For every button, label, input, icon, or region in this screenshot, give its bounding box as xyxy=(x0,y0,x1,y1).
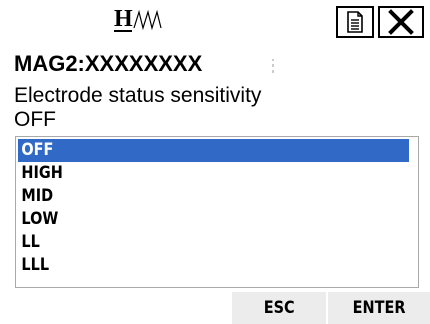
document-icon xyxy=(347,11,363,33)
device-name: MAG2:XXXXXXXX xyxy=(14,51,203,76)
brand-logo: H xyxy=(112,4,170,36)
close-button[interactable] xyxy=(378,6,424,38)
list-item-low[interactable]: LOW xyxy=(18,208,421,231)
esc-button-label: ESC xyxy=(263,298,295,318)
esc-button[interactable]: ESC xyxy=(232,292,326,324)
document-button[interactable] xyxy=(336,6,374,38)
waveform-logo-icon: H xyxy=(114,6,162,32)
enter-button-label: ENTER xyxy=(352,298,406,318)
list-item-off[interactable]: OFF xyxy=(18,139,409,162)
setting-title: Electrode status sensitivity xyxy=(14,84,262,107)
close-icon xyxy=(388,9,414,35)
cursor-mark-icon xyxy=(272,59,274,73)
list-item-mid[interactable]: MID xyxy=(18,185,421,208)
enter-button[interactable]: ENTER xyxy=(328,292,430,324)
list-item-ll[interactable]: LL xyxy=(18,231,421,254)
list-item-lll[interactable]: LLL xyxy=(18,254,421,277)
list-item-high[interactable]: HIGH xyxy=(18,162,421,185)
logo-letter: H xyxy=(114,6,133,32)
current-value: OFF xyxy=(14,108,56,131)
options-listbox[interactable]: OFF HIGH MID LOW LL LLL xyxy=(15,136,419,288)
